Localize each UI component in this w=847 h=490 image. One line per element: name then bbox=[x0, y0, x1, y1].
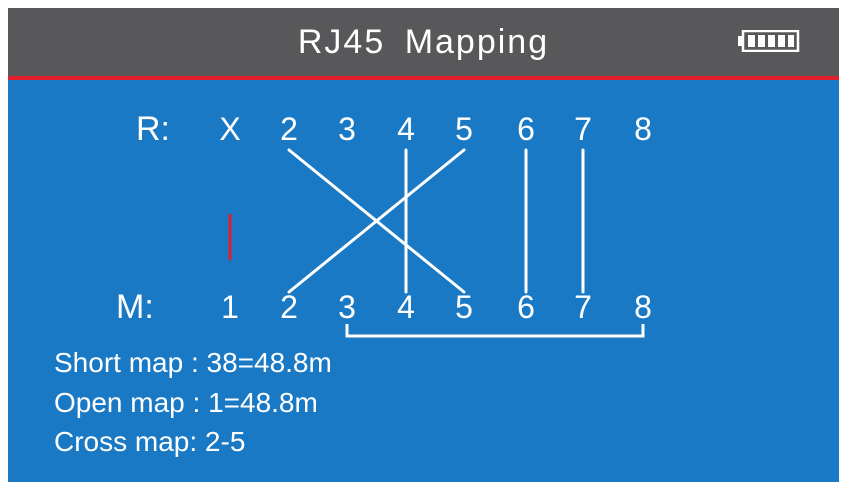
open-map-result: Open map : 1=48.8m bbox=[54, 387, 318, 418]
main-row-label: M: bbox=[116, 288, 154, 326]
cross-map-result: Cross map: 2-5 bbox=[54, 426, 246, 457]
remote-pin-7: 7 bbox=[574, 111, 592, 147]
remote-pin-5: 5 bbox=[455, 111, 473, 147]
main-pin-8: 8 bbox=[634, 289, 652, 325]
remote-pin-4: 4 bbox=[397, 111, 415, 147]
remote-pin-6: 6 bbox=[517, 111, 535, 147]
tester-screen: RJ45 Mapping R: M: X2345678 12345678 Sho… bbox=[8, 8, 839, 482]
main-pin-7: 7 bbox=[574, 289, 592, 325]
main-pin-2: 2 bbox=[280, 289, 298, 325]
remote-pin-row: X 2 3 4 5 6 7 8 bbox=[219, 111, 652, 147]
main-pin-5: 5 bbox=[455, 289, 473, 325]
main-pin-6: 6 bbox=[517, 289, 535, 325]
remote-pin-3: 3 bbox=[338, 111, 356, 147]
remote-pin-2: 2 bbox=[280, 111, 298, 147]
main-pin-3: 3 bbox=[338, 289, 356, 325]
short-bracket-3-8 bbox=[345, 324, 645, 338]
main-pin-4: 4 bbox=[397, 289, 415, 325]
short-map-result: Short map : 38=48.8m bbox=[54, 347, 332, 378]
remote-row-label: R: bbox=[136, 110, 170, 148]
main-pin-1: 1 bbox=[221, 289, 239, 325]
remote-pin-1: X bbox=[219, 111, 240, 147]
remote-pin-8: 8 bbox=[634, 111, 652, 147]
main-pin-row: 1 2 3 4 5 6 7 8 bbox=[221, 289, 652, 325]
